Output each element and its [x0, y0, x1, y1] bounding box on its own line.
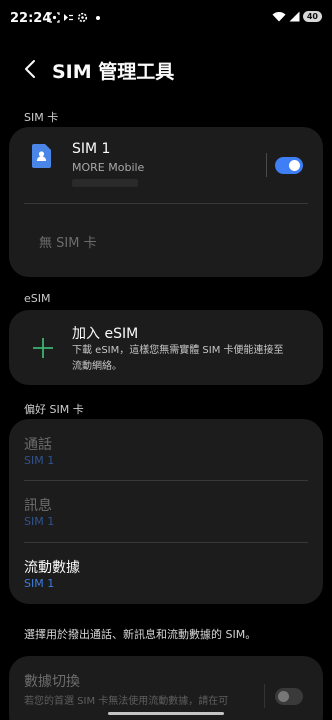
- section-header-esim: eSIM: [24, 292, 51, 305]
- plus-icon: [33, 338, 53, 358]
- data-switch-title: 數據切換: [24, 674, 80, 690]
- calls-value: SIM 1: [24, 454, 55, 467]
- preferred-card-group: 通話 SIM 1 訊息 SIM 1 流動數據 SIM 1: [9, 419, 323, 604]
- messages-row[interactable]: 訊息 SIM 1: [9, 481, 323, 542]
- esim-card-group: 加入 eSIM 下載 eSIM，這樣您無需實體 SIM 卡便能連接至 流動網絡。: [9, 310, 323, 385]
- no-sim-row: 無 SIM 卡: [9, 204, 323, 277]
- settings-icon: [77, 12, 88, 23]
- mobile-data-value: SIM 1: [24, 577, 55, 590]
- battery-icon: 40: [302, 11, 322, 22]
- status-icons-right: 40: [272, 11, 322, 22]
- toggle-divider: [266, 153, 267, 177]
- status-icons-left: [49, 12, 100, 23]
- data-switch-description: 若您的首選 SIM 卡無法使用流動數據，請在可: [24, 696, 229, 707]
- data-switch-toggle[interactable]: [275, 688, 303, 705]
- section-header-preferred: 偏好 SIM 卡: [24, 403, 84, 416]
- status-bar: 22:24 40: [0, 0, 332, 38]
- messages-title: 訊息: [24, 498, 52, 514]
- sim1-carrier: MORE Mobile: [72, 161, 145, 174]
- messages-value: SIM 1: [24, 515, 55, 528]
- page-title: SIM 管理工具: [52, 61, 175, 83]
- notification-dot-icon: [96, 15, 100, 20]
- section-header-sim: SIM 卡: [24, 111, 59, 124]
- redacted-phone-number: [72, 179, 138, 187]
- preferred-sim-footer: 選擇用於撥出通話、新訊息和流動數據的 SIM。: [24, 628, 257, 641]
- screenshot-icon: [49, 12, 60, 23]
- mobile-data-row[interactable]: 流動數據 SIM 1: [9, 543, 323, 604]
- sim-card-icon: [32, 144, 51, 168]
- back-button[interactable]: [18, 56, 42, 82]
- no-sim-label: 無 SIM 卡: [39, 236, 97, 251]
- app-bar: SIM 管理工具: [0, 54, 332, 84]
- sim-card-group: SIM 1 MORE Mobile 無 SIM 卡: [9, 127, 323, 277]
- sim1-title: SIM 1: [72, 141, 111, 157]
- toggle-knob: [278, 691, 289, 702]
- chevron-left-icon: [25, 60, 35, 78]
- calls-title: 通話: [24, 437, 52, 453]
- sim1-toggle[interactable]: [275, 157, 303, 174]
- add-esim-description-2: 流動網絡。: [72, 361, 122, 372]
- add-esim-description-1: 下載 eSIM，這樣您無需實體 SIM 卡便能連接至: [72, 345, 284, 356]
- data-switch-card: 數據切換 若您的首選 SIM 卡無法使用流動數據，請在可: [9, 656, 323, 720]
- home-indicator[interactable]: [108, 712, 224, 715]
- sim1-row[interactable]: SIM 1 MORE Mobile: [9, 127, 323, 203]
- status-time: 22:24: [10, 11, 52, 26]
- toggle-divider: [264, 684, 265, 708]
- vpn-icon: [64, 14, 73, 21]
- signal-icon: [289, 11, 300, 22]
- add-esim-row[interactable]: 加入 eSIM 下載 eSIM，這樣您無需實體 SIM 卡便能連接至 流動網絡。: [9, 310, 323, 385]
- mobile-data-title: 流動數據: [24, 560, 80, 576]
- toggle-knob: [289, 160, 300, 171]
- wifi-icon: [272, 11, 286, 22]
- calls-row[interactable]: 通話 SIM 1: [9, 419, 323, 480]
- add-esim-title: 加入 eSIM: [72, 326, 139, 342]
- data-switch-row[interactable]: 數據切換 若您的首選 SIM 卡無法使用流動數據，請在可: [9, 656, 323, 720]
